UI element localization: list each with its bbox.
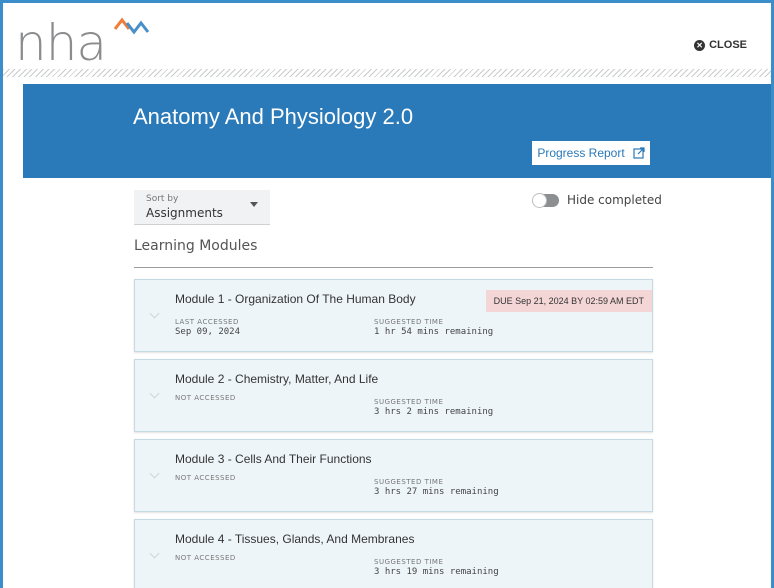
- module-card[interactable]: Module 4 - Tissues, Glands, And Membrane…: [134, 519, 653, 588]
- module-card[interactable]: Module 3 - Cells And Their Functions NOT…: [134, 439, 653, 512]
- sort-label: Sort by: [146, 194, 179, 204]
- close-label: CLOSE: [709, 39, 747, 51]
- suggested-time-value: 3 hrs 2 mins remaining: [374, 407, 494, 417]
- nha-logo: nha: [15, 11, 165, 75]
- section-divider: [134, 267, 653, 268]
- accessed-label: LAST ACCESSED: [175, 318, 239, 326]
- top-bar: nha ✕ CLOSE: [3, 3, 771, 77]
- external-link-icon: [633, 147, 645, 159]
- suggested-time-label: SUGGESTED TIME: [374, 478, 444, 486]
- sort-value: Assignments: [146, 206, 223, 220]
- module-title: Module 4 - Tissues, Glands, And Membrane…: [175, 532, 415, 546]
- sort-dropdown[interactable]: Sort by Assignments: [134, 190, 270, 225]
- chevron-down-icon: [250, 202, 258, 207]
- chevron-down-icon[interactable]: [149, 308, 160, 319]
- logo-text: nha: [15, 14, 107, 72]
- module-card[interactable]: Module 1 - Organization Of The Human Bod…: [134, 279, 653, 352]
- module-title: Module 1 - Organization Of The Human Bod…: [175, 292, 416, 306]
- suggested-time-label: SUGGESTED TIME: [374, 558, 444, 566]
- hide-completed-label: Hide completed: [567, 193, 662, 207]
- app-frame: nha ✕ CLOSE Anatomy And Physiology 2.0 P…: [0, 0, 774, 588]
- chevron-down-icon[interactable]: [149, 468, 160, 479]
- module-title: Module 3 - Cells And Their Functions: [175, 452, 372, 466]
- suggested-time-value: 1 hr 54 mins remaining: [374, 327, 494, 337]
- close-button[interactable]: ✕ CLOSE: [694, 39, 747, 51]
- accessed-label: NOT ACCESSED: [175, 554, 236, 562]
- header-divider: [3, 69, 771, 77]
- suggested-time-label: SUGGESTED TIME: [374, 318, 444, 326]
- suggested-time-label: SUGGESTED TIME: [374, 398, 444, 406]
- progress-report-button[interactable]: Progress Report: [532, 141, 650, 165]
- course-title: Anatomy And Physiology 2.0: [133, 104, 414, 129]
- course-banner: Anatomy And Physiology 2.0 Progress Repo…: [23, 84, 771, 178]
- section-title: Learning Modules: [134, 238, 258, 254]
- close-circle-icon: ✕: [694, 39, 706, 51]
- module-title: Module 2 - Chemistry, Matter, And Life: [175, 372, 379, 386]
- module-card[interactable]: Module 2 - Chemistry, Matter, And Life N…: [134, 359, 653, 432]
- chevron-down-icon[interactable]: [149, 548, 160, 559]
- chevron-down-icon[interactable]: [149, 388, 160, 399]
- toggle-knob: [532, 192, 547, 208]
- toggle-switch[interactable]: [532, 192, 559, 208]
- suggested-time-value: 3 hrs 27 mins remaining: [374, 487, 499, 497]
- logo-chevrons-icon: [113, 17, 150, 35]
- hide-completed-toggle[interactable]: Hide completed: [532, 192, 662, 208]
- accessed-label: NOT ACCESSED: [175, 394, 236, 402]
- progress-report-label: Progress Report: [537, 146, 625, 160]
- accessed-date: Sep 09, 2024: [175, 327, 241, 337]
- suggested-time-value: 3 hrs 19 mins remaining: [374, 567, 499, 577]
- due-badge: DUE Sep 21, 2024 BY 02:59 AM EDT: [485, 290, 652, 312]
- accessed-label: NOT ACCESSED: [175, 474, 236, 482]
